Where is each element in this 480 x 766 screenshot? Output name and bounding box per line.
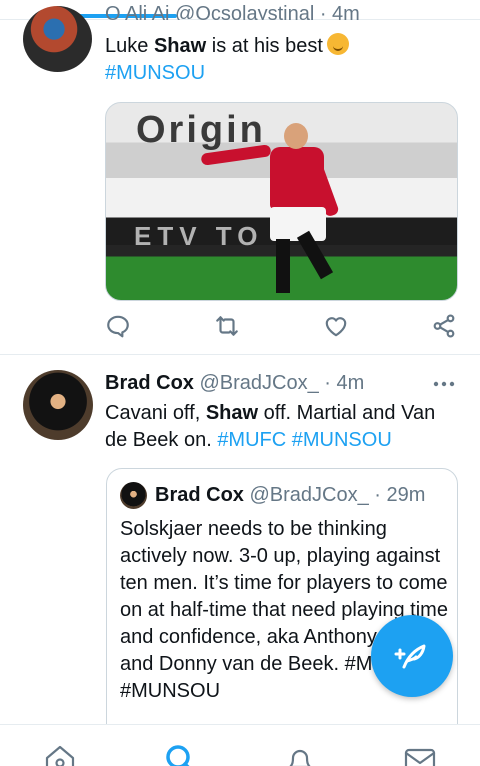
separator-dot: · [374,484,381,506]
more-icon[interactable] [432,372,456,396]
tweet-time[interactable]: 4m [337,372,365,394]
quoted-avatar [120,482,147,509]
tweet-text: Luke Shaw is at his best #MUNSOU [105,33,455,87]
mail-icon[interactable] [403,743,437,766]
tweet-divider [0,354,480,355]
search-icon[interactable] [162,743,196,766]
bell-icon[interactable] [283,743,317,766]
avatar[interactable] [23,6,92,72]
bottom-navigation [0,724,480,766]
tweet-text: Cavani off, Shaw off. Martial and Van de… [105,402,436,451]
banner-text: Origin [136,109,266,151]
quoted-tweet-header: Brad Cox @BradJCox_ · 29m [155,482,425,508]
heart-icon[interactable] [323,313,349,339]
author-name[interactable]: Brad Cox [105,372,194,394]
bold-keyword: Shaw [205,402,259,424]
compose-feather-icon [394,644,426,669]
footballer-figure [200,123,340,293]
previous-tweet-header-text: O Ali Ai @Ocsolaystinal · 4m [105,3,360,20]
home-icon[interactable] [43,743,77,766]
reply-icon[interactable] [105,313,131,339]
share-icon[interactable] [431,313,457,339]
hashtag-link[interactable]: #MUNSOU [292,429,392,451]
avatar[interactable] [23,370,93,440]
author-handle[interactable]: @BradJCox_ [199,372,318,394]
quoted-author-handle: @BradJCox_ [249,484,369,506]
bold-keyword: Shaw [153,35,207,57]
compose-tweet-button[interactable] [371,615,453,697]
separator-dot: · [324,372,331,394]
previous-tweet-header: O Ali Ai @Ocsolaystinal · 4m [105,0,435,20]
tweet-media-image[interactable]: Origin ETV TO [105,102,458,301]
tweet-actions [105,313,460,343]
face-with-hand-over-mouth-icon [326,33,349,55]
tweet-header: Brad Cox @BradJCox_ · 4m [105,370,364,396]
hashtag-link[interactable]: #MUNSOU [105,62,205,84]
quoted-author-name: Brad Cox [155,484,244,506]
quoted-tweet-time: 29m [386,484,426,506]
banner-text-lower: ETV TO [134,221,264,251]
hashtag-link[interactable]: #MUFC [217,429,286,451]
retweet-icon[interactable] [214,313,240,339]
